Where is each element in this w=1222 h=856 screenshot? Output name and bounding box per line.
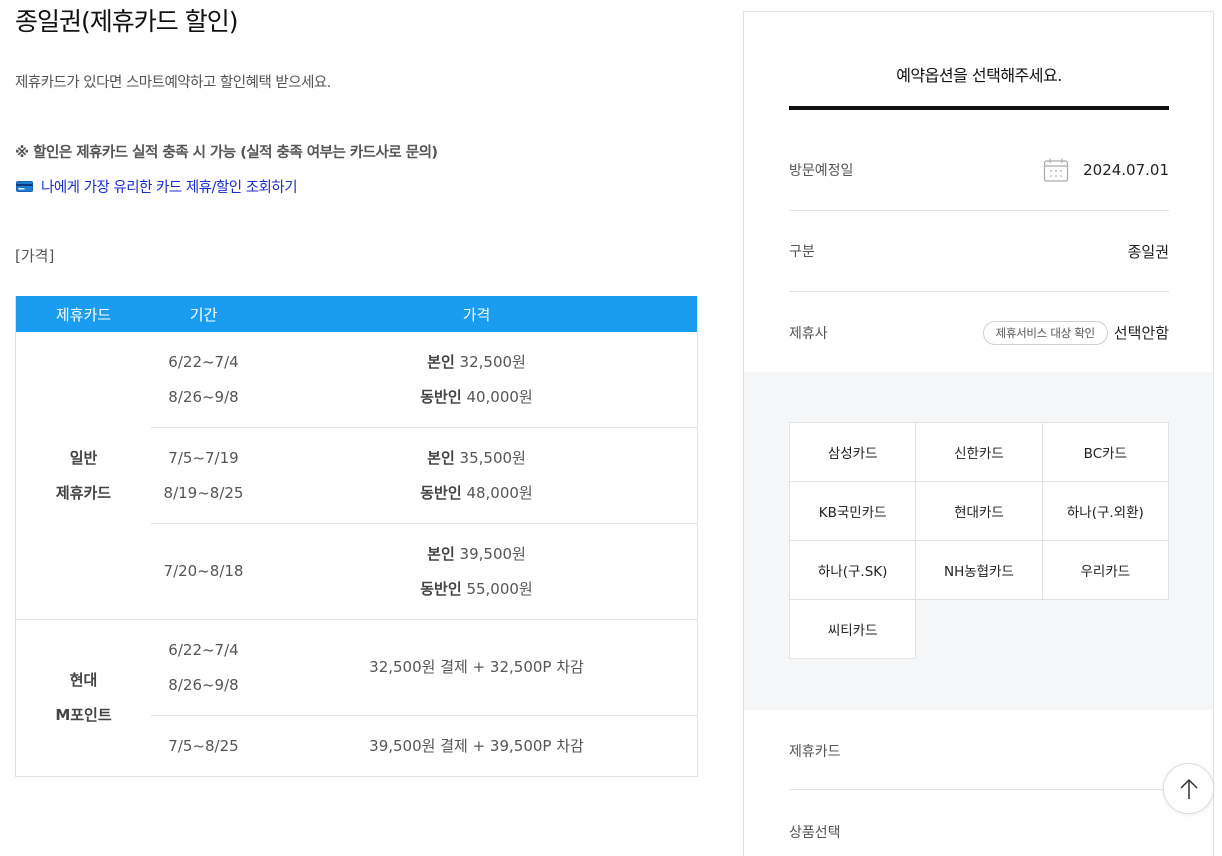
visit-date-label: 방문예정일: [789, 163, 854, 179]
divider: [789, 789, 1169, 790]
partner-row: 제휴사 제휴서비스 대상 확인 선택안함: [789, 292, 1169, 373]
price-cell: 32,500원 결제 + 32,500P 차감: [256, 619, 698, 716]
period-cell: 6/22~7/4 8/26~9/8: [151, 619, 256, 716]
partner-card-label: 제휴카드: [789, 744, 841, 760]
panel-divider: [789, 106, 1169, 110]
booking-panel: 예약옵션을 선택해주세요. 방문예정일 2024.07.01 구분 종일권 제휴…: [743, 11, 1214, 856]
card-option[interactable]: 신한카드: [916, 423, 1043, 482]
header-price: 가격: [256, 296, 698, 332]
price-section-label: [가격]: [15, 247, 55, 265]
panel-title: 예약옵션을 선택해주세요.: [896, 66, 1062, 85]
period-cell: 7/20~8/18: [151, 523, 256, 620]
card-discount-lookup-text: 나에게 가장 유리한 카드 제휴/할인 조회하기: [41, 180, 298, 196]
card-option[interactable]: 하나(구.SK): [790, 541, 917, 600]
visit-date-value: 2024.07.01: [1083, 161, 1169, 179]
scroll-top-button[interactable]: [1163, 763, 1214, 814]
card-grid: 삼성카드 신한카드 BC카드 KB국민카드 현대카드 하나(구.외환) 하나(구.SK) NH…: [789, 422, 1169, 659]
price-cell: 본인 32,500원 동반인 40,000원: [420, 352, 533, 406]
card-discount-lookup-link[interactable]: 나에게 가장 유리한 카드 제휴/할인 조회하기: [16, 176, 298, 197]
header-period: 기간: [151, 296, 256, 332]
category-hyundai: 현대 M포인트: [15, 619, 151, 777]
card-selection-area: 삼성카드 신한카드 BC카드 KB국민카드 현대카드 하나(구.외환) 하나(구.SK) NH…: [744, 372, 1213, 710]
header-card: 제휴카드: [15, 296, 151, 332]
card-option[interactable]: NH농협카드: [916, 541, 1043, 600]
credit-card-icon: [16, 181, 33, 192]
partner-label: 제휴사: [789, 325, 828, 342]
visit-date-row[interactable]: 방문예정일 2024.07.01: [789, 130, 1169, 211]
card-option[interactable]: 우리카드: [1042, 541, 1169, 600]
card-option[interactable]: BC카드: [1042, 423, 1169, 482]
intro-description: 제휴카드가 있다면 스마트예약하고 할인혜택 받으세요.: [15, 75, 331, 91]
calendar-icon[interactable]: [1043, 157, 1069, 183]
card-option[interactable]: KB국민카드: [790, 482, 917, 541]
category-value: 종일권: [1127, 242, 1169, 261]
card-option[interactable]: 하나(구.외환): [1042, 482, 1169, 541]
period-cell: 6/22~7/4 8/26~9/8: [168, 352, 239, 406]
card-option[interactable]: 삼성카드: [790, 423, 917, 482]
price-cell: 39,500원 결제 + 39,500P 차감: [256, 715, 698, 777]
page-title: 종일권(제휴카드 할인): [15, 7, 238, 36]
price-cell: 본인 39,500원 동반인 55,000원: [256, 523, 698, 620]
category-label: 구분: [789, 244, 815, 260]
category-general: 일반 제휴카드: [55, 448, 112, 502]
discount-notice: ※ 할인은 제휴카드 실적 충족 시 가능 (실적 충족 여부는 카드사로 문의…: [15, 145, 438, 161]
arrow-up-icon: [1179, 778, 1198, 799]
partner-selected-value: 선택안함: [1113, 324, 1169, 342]
card-option[interactable]: 현대카드: [916, 482, 1043, 541]
table-row: 현대 M포인트 6/22~7/4 8/26~9/8 32,500원 결제 + 3…: [15, 619, 698, 777]
period-cell: 7/5~8/25: [151, 715, 256, 777]
category-row: 구분 종일권: [789, 211, 1169, 292]
table-row: 일반 제휴카드 6/22~7/4 8/26~9/8 본인 32,500원 동반인…: [16, 332, 698, 502]
period-cell: 7/5~7/19 8/19~8/25: [151, 427, 256, 524]
price-table: 제휴카드 기간 가격 일반 제휴카드 6/22~7/4 8/26~9/8 본인 …: [15, 296, 698, 777]
price-cell: 본인 35,500원 동반인 48,000원: [256, 427, 698, 524]
product-select-label[interactable]: 상품선택: [789, 822, 1169, 842]
partner-service-check-button[interactable]: 제휴서비스 대상 확인: [982, 320, 1108, 345]
card-option[interactable]: 씨티카드: [790, 600, 917, 659]
